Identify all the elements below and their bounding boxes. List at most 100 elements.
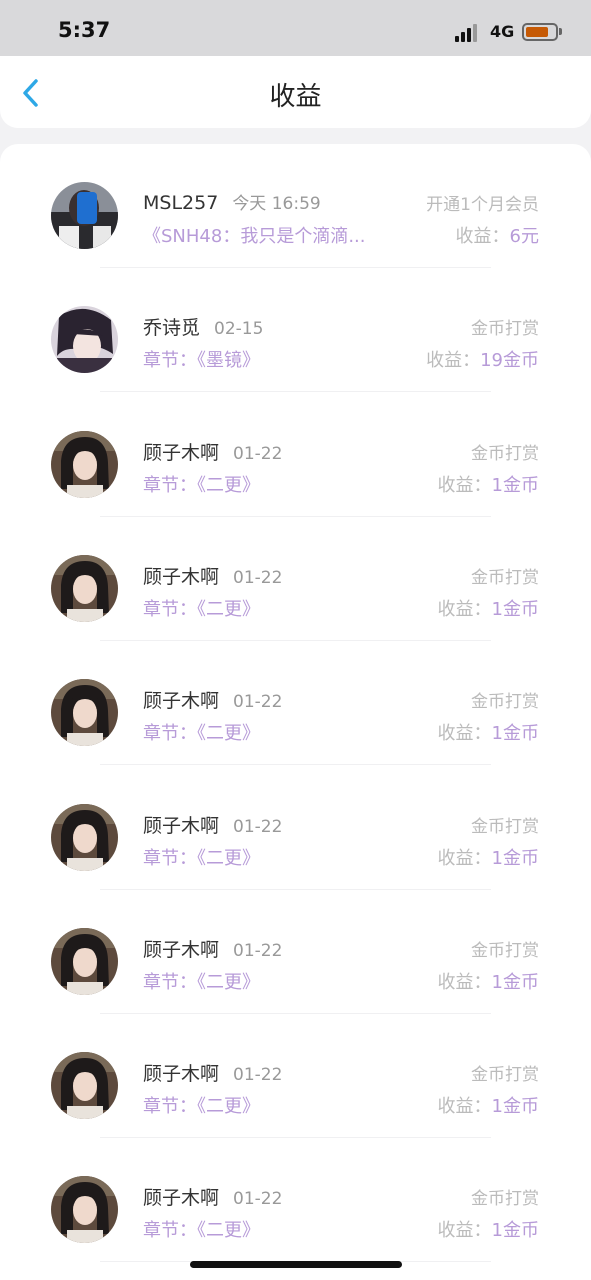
avatar[interactable] (51, 182, 118, 249)
user-name: 乔诗觅 02-15 (143, 313, 263, 340)
record-type: 金币打赏 (471, 319, 539, 340)
record-time: 今天 16:59 (232, 194, 321, 214)
record-type: 金币打赏 (471, 692, 539, 713)
user-name-text: MSL257 (143, 192, 219, 214)
avatar[interactable] (51, 679, 118, 747)
record-time: 01-22 (233, 443, 283, 464)
income-list-item[interactable]: 顾子木啊 01-22 金币打赏 章节：《二更》 收益：1金币 (0, 641, 591, 766)
record-time: 01-22 (233, 1065, 283, 1086)
income-value: 6元 (509, 226, 539, 247)
chapter-title: 章节：《二更》 (143, 1096, 260, 1118)
income-amount: 收益：6元 (456, 222, 539, 248)
income-amount: 收益：1金币 (438, 844, 539, 870)
income-amount: 收益：1金币 (438, 595, 539, 621)
record-time: 01-22 (233, 692, 283, 713)
chapter-title: 章节：《二更》 (143, 1220, 260, 1242)
income-label: 收益： (437, 971, 492, 993)
income-amount: 收益：1金币 (438, 719, 539, 745)
user-name-text: 顾子木啊 (143, 1063, 220, 1086)
record-time: 01-22 (233, 940, 283, 961)
income-amount: 收益：1金币 (438, 1216, 539, 1242)
income-list-item[interactable]: 顾子木啊 01-22 金币打赏 章节：《二更》 收益：1金币 (0, 1138, 591, 1263)
user-name-text: 顾子木啊 (143, 441, 220, 464)
user-name: 顾子木啊 01-22 (143, 438, 282, 465)
record-type: 金币打赏 (471, 1065, 539, 1086)
user-name-text: 乔诗觅 (143, 317, 201, 340)
avatar[interactable] (51, 1176, 118, 1244)
chapter-title: 章节：《二更》 (143, 723, 260, 745)
income-value: 19金币 (480, 350, 539, 372)
avatar[interactable] (51, 554, 118, 622)
income-list-item[interactable]: MSL257 今天 16:59 开通1个月会员 《SNH48：我只是个滴滴... … (0, 144, 591, 268)
page-title: 收益 (269, 82, 322, 112)
chapter-title: 《SNH48：我只是个滴滴... (143, 226, 366, 247)
income-list-item[interactable]: 顾子木啊 01-22 金币打赏 章节：《二更》 收益：1金币 (0, 517, 591, 641)
chapter-title: 章节：《二更》 (143, 847, 260, 869)
income-label: 收益： (426, 350, 481, 372)
income-value: 1金币 (491, 971, 539, 993)
chapter-title: 章节：《二更》 (143, 474, 260, 496)
avatar[interactable] (51, 430, 118, 498)
income-list: MSL257 今天 16:59 开通1个月会员 《SNH48：我只是个滴滴... … (0, 144, 591, 1280)
user-name: 顾子木啊 01-22 (143, 935, 282, 962)
record-type: 金币打赏 (471, 443, 539, 464)
status-time: 5:37 (58, 18, 111, 42)
record-type: 金币打赏 (471, 816, 539, 837)
user-name-text: 顾子木啊 (143, 1187, 220, 1210)
record-time: 01-22 (233, 567, 283, 588)
income-amount: 收益：1金币 (438, 1092, 539, 1118)
income-label: 收益： (437, 598, 492, 620)
income-label: 收益： (437, 474, 492, 496)
signal-icon (455, 24, 481, 42)
record-type: 金币打赏 (471, 1189, 539, 1210)
record-type: 开通1个月会员 (426, 195, 539, 215)
income-value: 1金币 (491, 474, 539, 496)
income-value: 1金币 (491, 723, 539, 745)
avatar[interactable] (51, 803, 118, 871)
income-list-item[interactable]: 顾子木啊 01-22 金币打赏 章节：《二更》 收益：1金币 (0, 1014, 591, 1139)
income-label: 收益： (437, 1220, 492, 1242)
income-label: 收益： (437, 847, 492, 869)
income-amount: 收益：1金币 (438, 471, 539, 497)
income-list-item[interactable]: 顾子木啊 01-22 金币打赏 章节：《二更》 收益：1金币 (0, 890, 591, 1014)
chapter-title: 章节：《二更》 (143, 971, 260, 993)
user-name-text: 顾子木啊 (143, 690, 220, 713)
income-amount: 收益：19金币 (426, 346, 539, 372)
income-label: 收益： (455, 226, 510, 247)
income-label: 收益： (437, 723, 492, 745)
income-value: 1金币 (491, 1220, 539, 1242)
income-list-item[interactable]: 顾子木啊 01-22 金币打赏 章节：《二更》 收益：1金币 (0, 766, 591, 890)
user-name: 顾子木啊 01-22 (143, 686, 282, 713)
battery-cap (559, 28, 562, 35)
record-type: 金币打赏 (471, 567, 539, 588)
network-type: 4G (490, 22, 515, 41)
income-list-item[interactable]: 顾子木啊 01-22 金币打赏 章节：《二更》 收益：1金币 (0, 393, 591, 517)
income-amount: 收益：1金币 (438, 968, 539, 994)
record-time: 01-22 (233, 1189, 283, 1210)
income-value: 1金币 (491, 598, 539, 620)
avatar[interactable] (51, 927, 118, 995)
user-name-text: 顾子木啊 (143, 565, 220, 588)
user-name: 顾子木啊 01-22 (143, 811, 282, 838)
chapter-title: 章节：《二更》 (143, 598, 260, 620)
battery-icon (522, 23, 558, 41)
avatar[interactable] (51, 306, 118, 374)
user-name: 顾子木啊 01-22 (143, 1183, 282, 1210)
user-name: 顾子木啊 01-22 (143, 562, 282, 589)
chapter-title: 章节：《墨镜》 (143, 350, 260, 372)
user-name-text: 顾子木啊 (143, 814, 220, 837)
status-bar: 5:37 4G (0, 0, 591, 56)
record-type: 金币打赏 (471, 940, 539, 961)
record-time: 02-15 (214, 319, 264, 340)
user-name: 顾子木啊 01-22 (143, 1059, 282, 1086)
home-indicator[interactable] (190, 1261, 402, 1268)
income-list-item[interactable]: 乔诗觅 02-15 金币打赏 章节：《墨镜》 收益：19金币 (0, 268, 591, 393)
user-name: MSL257 今天 16:59 (143, 189, 321, 214)
user-name-text: 顾子木啊 (143, 938, 220, 961)
avatar[interactable] (51, 1052, 118, 1120)
income-value: 1金币 (491, 847, 539, 869)
income-value: 1金币 (491, 1096, 539, 1118)
nav-bar: 收益 (0, 56, 591, 128)
income-label: 收益： (437, 1096, 492, 1118)
record-time: 01-22 (233, 816, 283, 837)
